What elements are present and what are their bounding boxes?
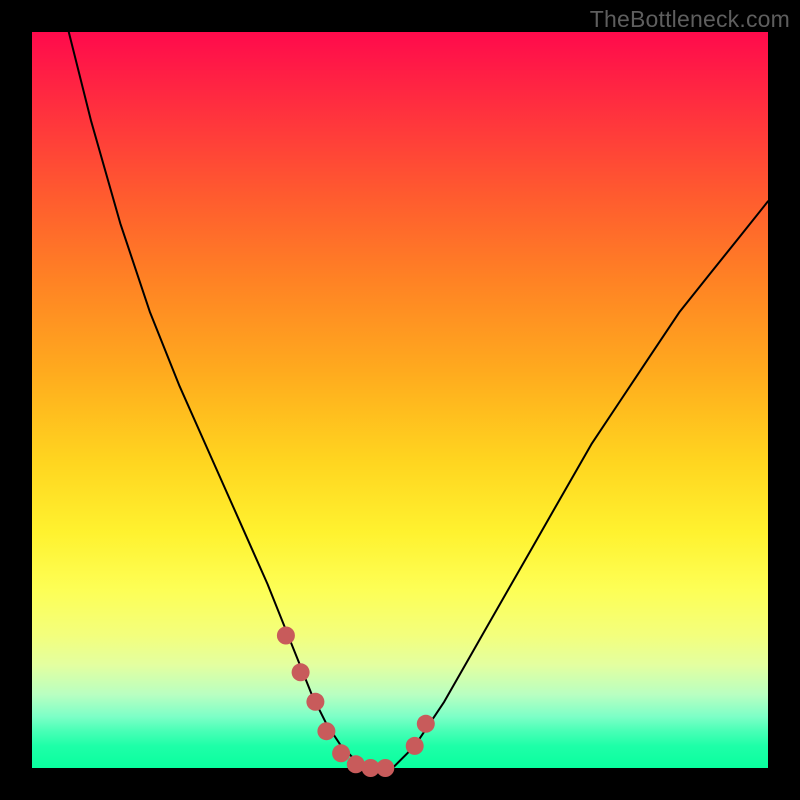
highlight-marker	[277, 627, 295, 645]
highlighted-points-group	[277, 627, 435, 778]
highlight-marker	[292, 663, 310, 681]
highlight-marker	[306, 693, 324, 711]
highlight-marker	[417, 715, 435, 733]
watermark-text: TheBottleneck.com	[590, 6, 790, 33]
chart-frame: TheBottleneck.com	[0, 0, 800, 800]
chart-overlay	[32, 32, 768, 768]
highlight-marker	[332, 744, 350, 762]
highlight-marker	[376, 759, 394, 777]
highlight-marker	[406, 737, 424, 755]
bottleneck-curve	[32, 0, 768, 768]
highlight-marker	[317, 722, 335, 740]
